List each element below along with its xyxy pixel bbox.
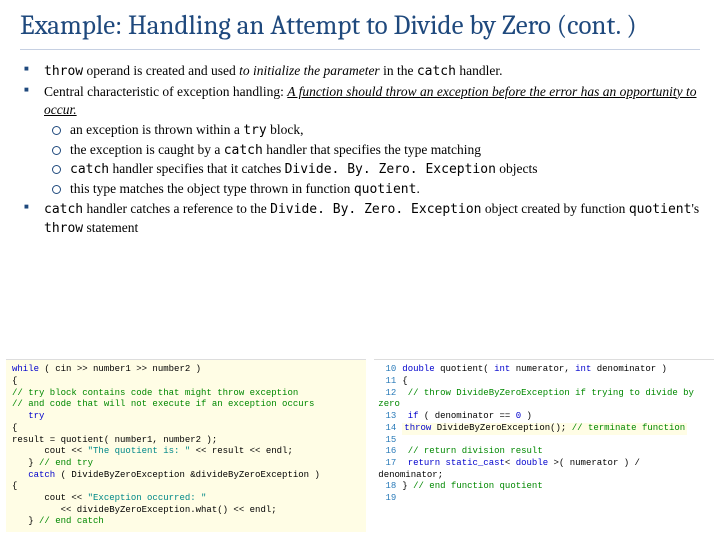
text: this type matches the object type thrown… — [70, 181, 354, 196]
code-exception: Divide. By. Zero. Exception — [270, 202, 481, 217]
sub-1: an exception is thrown within a try bloc… — [44, 121, 700, 140]
code-line: 10double quotient( int numerator, int de… — [378, 364, 710, 376]
bullet-2: Central characteristic of exception hand… — [20, 83, 700, 199]
slide: Example: Handling an Attempt to Divide b… — [0, 0, 720, 237]
code-line: 15 — [378, 435, 710, 447]
code-throw: throw — [44, 64, 83, 79]
text: 's — [691, 201, 699, 216]
code-catch: catch — [224, 143, 263, 158]
text: an exception is thrown within a — [70, 122, 243, 137]
text: objects — [496, 161, 538, 176]
code-catch: catch — [44, 202, 83, 217]
bullet-1: throw operand is created and used to ini… — [20, 62, 700, 81]
text: block, — [267, 122, 304, 137]
code-line: 16 // return division result — [378, 446, 710, 458]
code-line: } // end try — [12, 458, 360, 470]
text-italic: to initialize the parameter — [239, 63, 380, 78]
code-catch: catch — [70, 162, 109, 177]
slide-content: throw operand is created and used to ini… — [20, 62, 700, 237]
code-catch: catch — [417, 64, 456, 79]
code-line: { — [12, 376, 360, 388]
slide-title: Example: Handling an Attempt to Divide b… — [20, 10, 700, 50]
code-block-left: while ( cin >> number1 >> number2 ) { //… — [6, 359, 366, 532]
text: object created by function — [481, 201, 628, 216]
code-throw: throw — [44, 221, 83, 236]
text: the exception is caught by a — [70, 142, 224, 157]
text: handler specifies that it catches — [109, 161, 284, 176]
code-line: while ( cin >> number1 >> number2 ) — [12, 364, 360, 376]
sub-3: catch handler specifies that it catches … — [44, 160, 700, 179]
sub-4: this type matches the object type thrown… — [44, 180, 700, 199]
code-line: 12 // throw DivideByZeroException if try… — [378, 388, 710, 411]
code-line: { — [12, 423, 360, 435]
text: in the — [380, 63, 417, 78]
code-line: 14 throw DivideByZeroException(); // ter… — [378, 423, 710, 435]
code-comment: // try block contains code that might th… — [12, 388, 360, 400]
bullet-3: catch handler catches a reference to the… — [20, 200, 700, 237]
text: handler. — [456, 63, 503, 78]
code-exception: Divide. By. Zero. Exception — [285, 162, 496, 177]
text: statement — [83, 220, 138, 235]
code-line: << divideByZeroException.what() << endl; — [12, 505, 360, 517]
code-line: { — [12, 481, 360, 493]
text: handler catches a reference to the — [83, 201, 270, 216]
text: Central characteristic of exception hand… — [44, 84, 287, 99]
code-line: 18} // end function quotient — [378, 481, 710, 493]
code-line: 13 if ( denominator == 0 ) — [378, 411, 710, 423]
sub-2: the exception is caught by a catch handl… — [44, 141, 700, 160]
text: handler that specifies the type matching — [263, 142, 481, 157]
code-try: try — [243, 123, 266, 138]
code-comment: // and code that will not execute if an … — [12, 399, 360, 411]
code-quotient: quotient — [629, 202, 692, 217]
bullet-list: throw operand is created and used to ini… — [20, 62, 700, 237]
sub-list: an exception is thrown within a try bloc… — [44, 121, 700, 198]
code-line: cout << "The quotient is: " << result <<… — [12, 446, 360, 458]
code-block-right: 10double quotient( int numerator, int de… — [374, 359, 714, 532]
text: operand is created and used — [83, 63, 239, 78]
code-line: cout << "Exception occurred: " — [12, 493, 360, 505]
code-line: try — [12, 411, 360, 423]
code-line: 17 return static_cast< double >( numerat… — [378, 458, 710, 481]
code-quotient: quotient — [354, 182, 417, 197]
code-line: catch ( DivideByZeroException &divideByZ… — [12, 470, 360, 482]
code-line: } // end catch — [12, 516, 360, 528]
code-line: 11{ — [378, 376, 710, 388]
code-row: while ( cin >> number1 >> number2 ) { //… — [6, 359, 714, 532]
code-line: result = quotient( number1, number2 ); — [12, 435, 360, 447]
code-line: 19 — [378, 493, 710, 505]
text: . — [416, 181, 419, 196]
